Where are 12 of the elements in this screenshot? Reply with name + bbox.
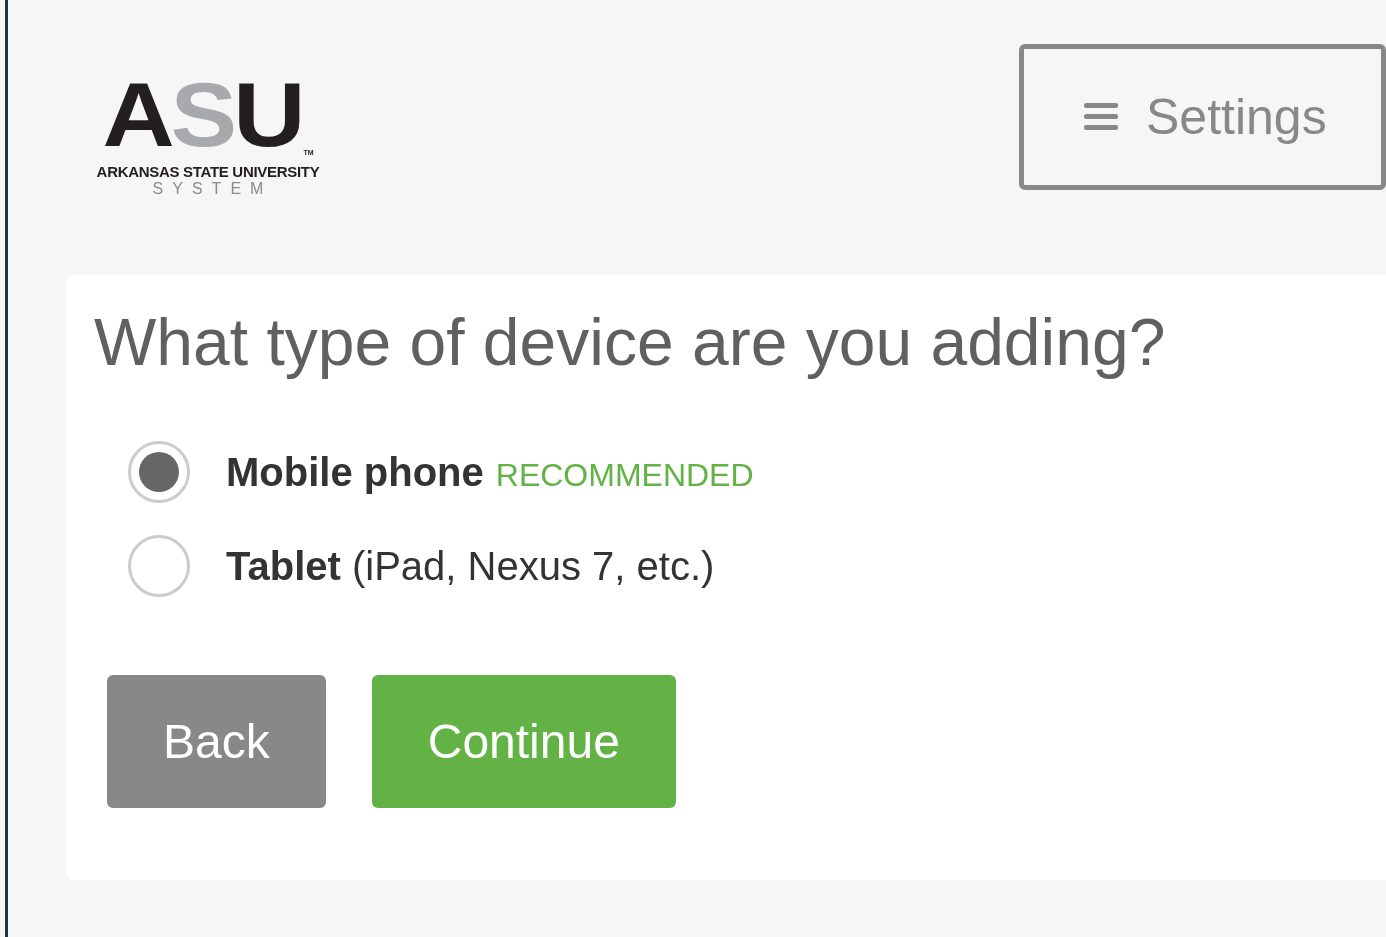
menu-icon xyxy=(1084,103,1118,131)
back-button[interactable]: Back xyxy=(107,675,326,808)
settings-button[interactable]: Settings xyxy=(1019,44,1386,190)
logo-letter: S xyxy=(170,69,234,159)
logo-letter: A xyxy=(102,69,171,159)
logo-name: ARKANSAS STATE UNIVERSITY xyxy=(96,164,320,179)
option-label[interactable]: Tablet (iPad, Nexus 7, etc.) xyxy=(226,536,715,596)
logo-letter: U xyxy=(233,69,302,159)
logo-subtitle: SYSTEM xyxy=(151,181,273,197)
recommended-tag: RECOMMENDED xyxy=(495,451,754,499)
option-label[interactable]: Mobile phone xyxy=(226,442,484,502)
continue-button[interactable]: Continue xyxy=(371,675,676,808)
